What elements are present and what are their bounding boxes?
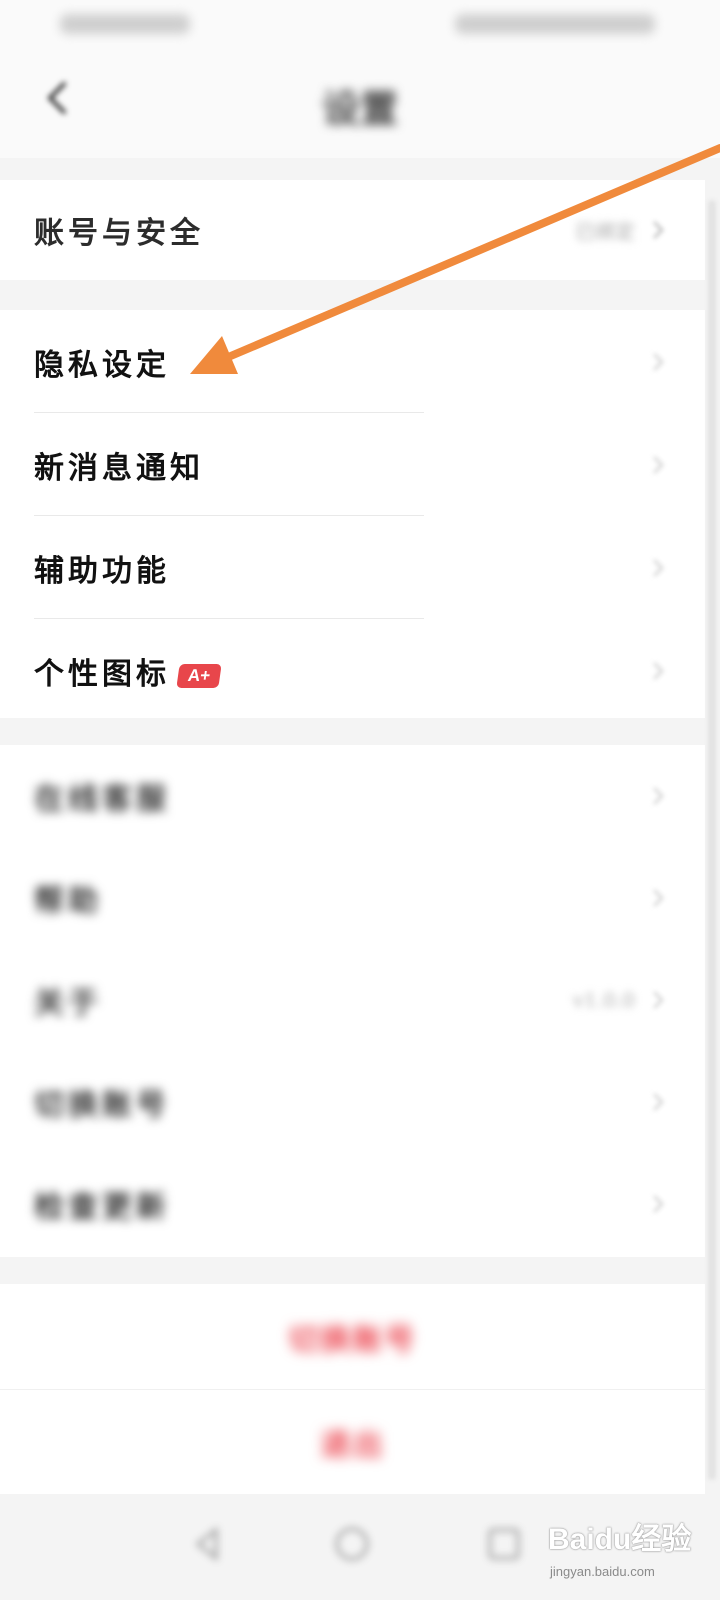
badge-text: A+ bbox=[186, 665, 212, 685]
row-label: 关于 bbox=[34, 986, 102, 1021]
chevron-right-icon bbox=[653, 221, 664, 239]
settings-screen: 设置 账号与安全 已绑定 隐私设定 新消息通知 辅助功能 个性图标 A+ 在线客… bbox=[0, 0, 720, 1600]
switch-account-button[interactable]: 切换账号 bbox=[0, 1284, 705, 1389]
header: 设置 bbox=[0, 48, 720, 158]
row-label: 在线客服 bbox=[34, 782, 170, 817]
settings-row-help[interactable]: 帮助 bbox=[0, 847, 705, 949]
status-bar bbox=[0, 0, 720, 48]
settings-row-switch[interactable]: 切换账号 bbox=[0, 1051, 705, 1153]
status-left bbox=[60, 14, 190, 34]
chevron-right-icon bbox=[653, 1093, 664, 1111]
row-label: 检查更新 bbox=[34, 1190, 170, 1225]
row-label: 帮助 bbox=[34, 884, 102, 919]
baidu-watermark: Baidu经验 jingyan.baidu.com bbox=[548, 1508, 718, 1598]
watermark-url: jingyan.baidu.com bbox=[550, 1564, 655, 1579]
row-label: 个性图标 bbox=[34, 656, 170, 692]
row-value: v1.0.0 bbox=[572, 988, 635, 1012]
chevron-right-icon bbox=[653, 991, 664, 1009]
info-group: 在线客服 帮助 关于 v1.0.0 切换账号 检查更新 bbox=[0, 745, 705, 1257]
row-value: 已绑定 bbox=[575, 219, 635, 244]
chevron-right-icon bbox=[653, 661, 664, 680]
settings-row-account-security[interactable]: 账号与安全 已绑定 bbox=[0, 180, 705, 280]
settings-row-about[interactable]: 关于 v1.0.0 bbox=[0, 949, 705, 1051]
action-label: 退出 bbox=[320, 1428, 385, 1463]
page-title: 设置 bbox=[321, 86, 398, 131]
settings-row-privacy[interactable]: 隐私设定 bbox=[0, 310, 705, 413]
nav-back-icon[interactable] bbox=[186, 1522, 230, 1566]
scrollbar[interactable] bbox=[708, 200, 716, 1480]
row-label: 账号与安全 bbox=[34, 216, 204, 251]
watermark-logo: Baidu经验 bbox=[548, 1523, 692, 1556]
settings-row-custom-icon[interactable]: 个性图标 A+ bbox=[0, 619, 705, 722]
logout-button[interactable]: 退出 bbox=[0, 1389, 705, 1494]
action-group: 切换账号 退出 bbox=[0, 1284, 705, 1494]
chevron-right-icon bbox=[653, 352, 664, 371]
nav-home-icon[interactable] bbox=[330, 1522, 374, 1566]
chevron-right-icon bbox=[653, 558, 664, 577]
settings-row-online-service[interactable]: 在线客服 bbox=[0, 745, 705, 847]
account-group: 账号与安全 已绑定 bbox=[0, 180, 705, 280]
settings-row-notifications[interactable]: 新消息通知 bbox=[0, 413, 705, 516]
chevron-right-icon bbox=[653, 787, 664, 805]
chevron-right-icon bbox=[653, 1195, 664, 1213]
row-label: 隐私设定 bbox=[34, 347, 170, 383]
font-size-badge: A+ bbox=[176, 663, 222, 688]
chevron-right-icon bbox=[653, 889, 664, 907]
status-right bbox=[455, 14, 655, 34]
row-label-with-badge: 个性图标 A+ bbox=[34, 649, 222, 693]
nav-recents-icon[interactable] bbox=[482, 1522, 526, 1566]
action-label: 切换账号 bbox=[288, 1322, 417, 1358]
chevron-right-icon bbox=[653, 455, 664, 474]
main-settings-group: 隐私设定 新消息通知 辅助功能 个性图标 A+ bbox=[0, 310, 705, 718]
row-label: 新消息通知 bbox=[34, 450, 204, 486]
settings-row-accessibility[interactable]: 辅助功能 bbox=[0, 516, 705, 619]
row-label: 切换账号 bbox=[34, 1088, 170, 1123]
settings-row-update[interactable]: 检查更新 bbox=[0, 1153, 705, 1255]
row-label: 辅助功能 bbox=[34, 553, 170, 589]
